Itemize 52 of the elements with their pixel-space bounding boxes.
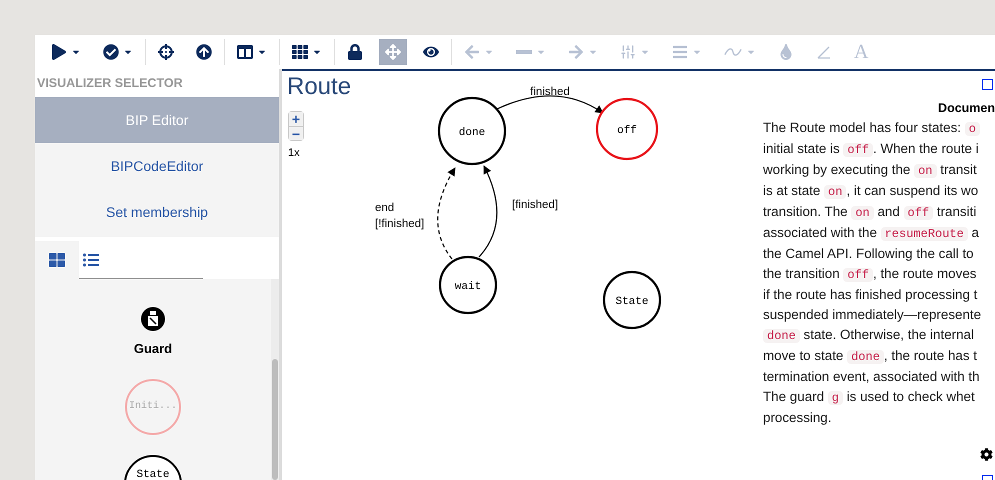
documentation-line: if the route has finished processing t — [763, 286, 978, 304]
drop-icon — [778, 44, 794, 60]
view-tab[interactable] — [35, 241, 79, 279]
documentation-line: processing. — [763, 408, 832, 427]
palette-label: Guard — [134, 340, 172, 358]
state-node: off — [596, 98, 658, 160]
documentation-line: initial state is off . When the route i — [763, 140, 980, 159]
zoom-in-button[interactable]: + — [289, 112, 303, 126]
grid-icon — [49, 252, 65, 268]
lock-icon — [347, 44, 363, 60]
documentation-line: the Camel API. Following the call to — [763, 244, 975, 263]
documentation-line: is at state on , it can suspend its wo — [763, 182, 980, 201]
bars-icon — [672, 44, 688, 60]
wave-icon — [724, 46, 742, 58]
documentation-line: The Route model has four states: o — [763, 118, 995, 139]
state-node: done — [438, 96, 506, 166]
documentation-line: working by executing the on transit — [763, 160, 978, 180]
pen-icon — [816, 44, 832, 60]
guard-icon — [141, 307, 165, 331]
documentation-line: the transition off , the route moves — [763, 264, 978, 284]
grid-icon — [292, 44, 308, 60]
checkbox-icon[interactable] — [982, 79, 993, 90]
sidebar-title: VISUALIZER SELECTOR — [35, 69, 279, 97]
state-item[interactable]: State — [124, 454, 182, 480]
documentation-line: The guard g is used to check whet — [763, 388, 976, 407]
font-letter-icon: A — [854, 42, 868, 62]
eye-icon — [423, 44, 439, 60]
transition-label: end [!finished] — [375, 202, 424, 230]
list-icon — [83, 252, 99, 268]
documentation-line: termination event, associated with th — [763, 368, 981, 386]
transition-label: finished — [530, 86, 570, 98]
move-icon — [385, 44, 401, 60]
sliders-icon — [620, 44, 636, 60]
columns-icon — [237, 44, 253, 60]
zoom-out-button[interactable]: − — [289, 126, 303, 140]
documentation-line: transition. The on and off transiti — [763, 202, 978, 222]
diagram-title: Route — [287, 75, 352, 99]
crosshair-icon — [158, 44, 174, 60]
documentation-heading: Documen — [938, 100, 995, 117]
play-icon — [51, 44, 67, 60]
arrow-right-icon — [568, 44, 584, 60]
documentation-line: done state. Otherwise, the internal — [763, 324, 995, 346]
state-node: State — [602, 270, 662, 330]
zoom-level: 1x — [288, 146, 300, 161]
documentation-line: suspended immediately—represente — [763, 306, 982, 324]
settings-icon[interactable] — [980, 448, 993, 461]
arrow-left-icon — [464, 44, 480, 60]
state-node: wait — [438, 256, 498, 314]
scrollbar[interactable] — [271, 279, 279, 480]
documentation-line: move to state done , the route has t — [763, 346, 978, 366]
documentation-line: associated with the resumeRoute a — [763, 224, 980, 243]
transition-label: [finished] — [512, 199, 558, 211]
